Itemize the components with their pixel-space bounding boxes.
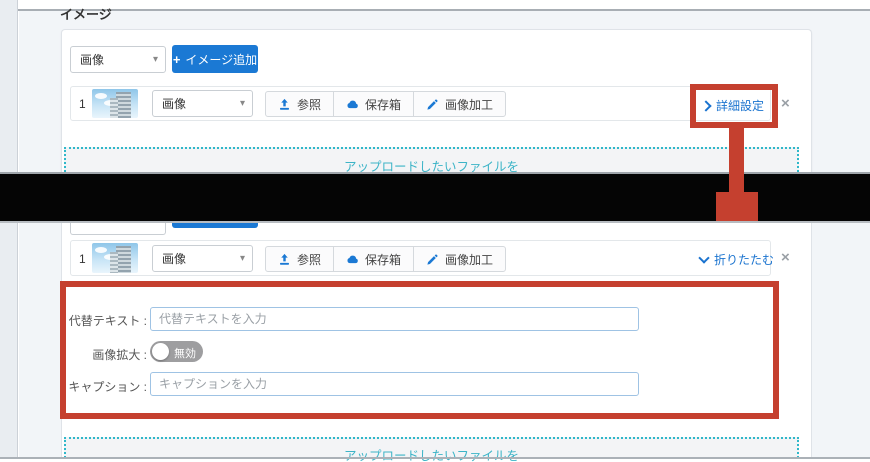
row-action-buttons: 参照 保存箱 画像加工 xyxy=(265,246,506,272)
arrow-head xyxy=(716,192,758,221)
arrow-stem xyxy=(729,126,744,192)
browse-button-label: 参照 xyxy=(297,251,321,268)
image-edit-button-label: 画像加工 xyxy=(445,251,493,268)
add-image-button-partial[interactable] xyxy=(172,223,258,228)
image-zoom-label: 画像拡大 : xyxy=(40,346,147,363)
upload-icon xyxy=(278,98,291,111)
image-edit-button[interactable]: 画像加工 xyxy=(413,246,506,272)
image-thumbnail xyxy=(92,243,138,273)
chevron-down-icon xyxy=(698,252,709,263)
caret-down-icon: ▾ xyxy=(240,254,245,264)
cloud-icon xyxy=(346,253,359,266)
upload-dropzone-text: アップロードしたいファイルを xyxy=(66,445,797,462)
section-title: イメージ xyxy=(60,4,112,23)
cloud-icon xyxy=(346,98,359,111)
caret-down-icon: ▾ xyxy=(240,99,245,109)
row-action-buttons: 参照 保存箱 画像加工 xyxy=(265,91,506,117)
image-type-select[interactable]: 画像 ▾ xyxy=(70,46,166,73)
detail-settings-label: 詳細設定 xyxy=(716,97,764,114)
storage-box-button[interactable]: 保存箱 xyxy=(333,246,414,272)
detail-settings-link[interactable]: 詳細設定 xyxy=(702,97,764,114)
screenshot-root: イメージ 画像 ▾ + イメージ追加 1 画像 ▾ 参照 保存箱 画像加工 xyxy=(0,0,870,462)
select-value: 画像 xyxy=(162,250,186,267)
alt-text-label: 代替テキスト : xyxy=(40,312,147,329)
add-image-button-label: イメージ追加 xyxy=(185,51,257,68)
alt-text-input[interactable] xyxy=(150,307,639,331)
image-type-select-partial[interactable] xyxy=(70,223,166,235)
chevron-right-icon xyxy=(700,100,711,111)
collapse-link[interactable]: 折りたたむ xyxy=(700,251,774,268)
caption-label: キャプション : xyxy=(40,378,147,395)
row-image-type-select[interactable]: 画像 ▾ xyxy=(152,245,253,272)
collapse-label: 折りたたむ xyxy=(714,251,774,268)
row-index: 1 xyxy=(79,252,86,266)
storage-box-button-label: 保存箱 xyxy=(365,251,401,268)
toggle-state-label: 無効 xyxy=(174,345,196,361)
add-image-button[interactable]: + イメージ追加 xyxy=(172,45,258,73)
caption-input[interactable] xyxy=(150,372,639,396)
storage-box-button-label: 保存箱 xyxy=(365,96,401,113)
toggle-knob xyxy=(152,343,169,360)
plus-icon: + xyxy=(173,53,181,66)
pencil-icon xyxy=(426,253,439,266)
select-value: 画像 xyxy=(162,95,186,112)
upload-dropzone[interactable]: アップロードしたいファイルを xyxy=(64,147,799,175)
window-bottom-border xyxy=(0,457,870,459)
browse-button[interactable]: 参照 xyxy=(265,246,334,272)
row-index: 1 xyxy=(79,97,86,111)
pencil-icon xyxy=(426,98,439,111)
remove-row-button[interactable]: × xyxy=(781,96,790,111)
browse-button[interactable]: 参照 xyxy=(265,91,334,117)
upload-icon xyxy=(278,253,291,266)
image-thumbnail xyxy=(92,89,138,118)
browse-button-label: 参照 xyxy=(297,96,321,113)
image-edit-button-label: 画像加工 xyxy=(445,96,493,113)
select-value: 画像 xyxy=(80,51,104,68)
storage-box-button[interactable]: 保存箱 xyxy=(333,91,414,117)
image-edit-button[interactable]: 画像加工 xyxy=(413,91,506,117)
image-zoom-toggle[interactable]: 無効 xyxy=(150,341,203,362)
remove-row-button[interactable]: × xyxy=(781,250,790,265)
caret-down-icon: ▾ xyxy=(153,55,158,65)
row-image-type-select[interactable]: 画像 ▾ xyxy=(152,90,253,117)
window-left-edge xyxy=(0,0,18,458)
upload-dropzone[interactable]: アップロードしたいファイルを xyxy=(64,437,799,458)
